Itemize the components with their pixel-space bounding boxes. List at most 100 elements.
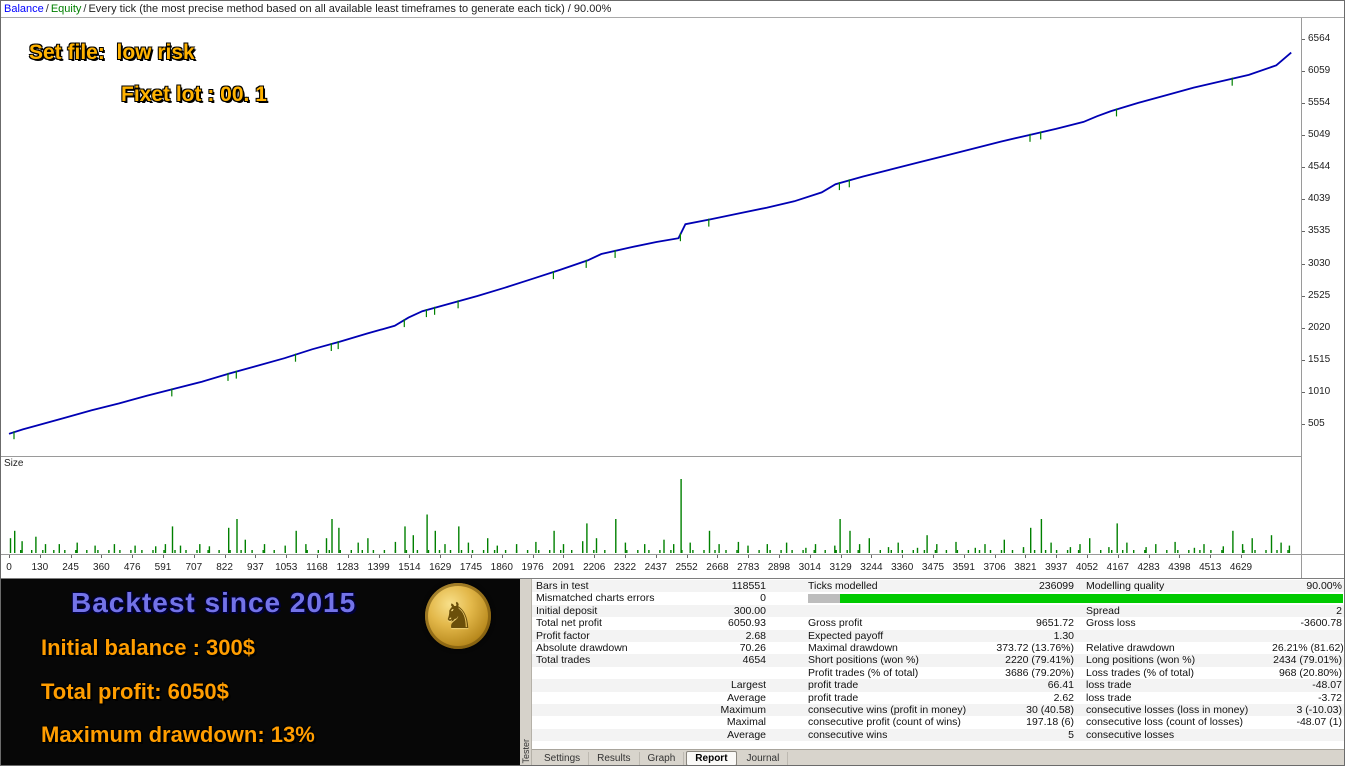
y-axis-label: 3535 (1308, 225, 1331, 237)
size-bar (163, 550, 165, 553)
x-axis-label: 1053 (275, 562, 298, 573)
x-axis-tickmark (717, 555, 719, 558)
report-value: Average (727, 691, 766, 704)
size-bar (945, 550, 948, 553)
report-value: 3686 (79.20%) (1005, 666, 1074, 679)
header-separator: / (45, 3, 49, 15)
y-axis-tickmark (1302, 359, 1305, 361)
x-axis-tickmark (1148, 555, 1150, 558)
report-label (532, 729, 704, 741)
size-bar (680, 479, 682, 553)
y-axis-label: 4544 (1308, 161, 1331, 173)
size-bar (989, 550, 992, 553)
size-bar (196, 550, 198, 553)
size-bar (1174, 541, 1176, 553)
tab-report[interactable]: Report (686, 751, 737, 765)
x-axis-label: 1514 (398, 562, 421, 573)
x-axis-label: 3360 (891, 562, 914, 573)
size-bar (887, 547, 890, 553)
x-axis-label: 3129 (829, 562, 852, 573)
report-label (532, 679, 704, 691)
size-bar (86, 550, 88, 553)
size-bar (737, 541, 740, 553)
size-bar (535, 541, 537, 553)
tab-results[interactable]: Results (589, 752, 640, 765)
size-bar (21, 541, 23, 553)
size-bar (648, 550, 650, 553)
size-bar (934, 550, 937, 553)
size-bar (179, 545, 182, 553)
report-value: 236099 (1038, 580, 1074, 592)
size-bar (1133, 550, 1135, 553)
y-axis-tickmark (1302, 103, 1305, 105)
size-bar (1276, 550, 1278, 553)
size-bar (849, 530, 851, 553)
size-bar (1177, 550, 1179, 553)
tester-panel-tab[interactable]: Tester (521, 739, 531, 764)
size-bar (791, 550, 793, 553)
size-bar (897, 542, 899, 553)
size-bar (839, 519, 841, 553)
x-axis-label: 4167 (1106, 562, 1129, 573)
y-axis-tickmark (1302, 199, 1305, 201)
x-axis-tickmark (532, 555, 534, 558)
size-bar (926, 535, 928, 553)
size-bar (834, 545, 836, 553)
report-label (532, 716, 704, 728)
size-bar (747, 545, 749, 553)
size-bar (317, 550, 319, 553)
tab-settings[interactable]: Settings (536, 752, 590, 765)
x-axis-label: 2783 (737, 562, 760, 573)
size-bar (467, 542, 470, 553)
x-axis-tickmark (1087, 555, 1088, 558)
size-bar (228, 527, 230, 553)
x-axis-label: 591 (154, 562, 172, 573)
size-bar (14, 530, 16, 553)
x-axis-label: 2898 (767, 562, 791, 573)
size-bar (482, 550, 485, 553)
y-axis-label: 2525 (1308, 289, 1331, 301)
x-axis-label: 1283 (336, 562, 359, 573)
size-bar (1111, 550, 1113, 553)
x-axis-tickmark (594, 555, 596, 558)
size-bar (1188, 550, 1190, 553)
size-bar (75, 550, 77, 553)
tab-journal[interactable]: Journal (739, 752, 789, 765)
size-bar (295, 530, 297, 553)
size-bar (1000, 550, 1003, 553)
x-axis-label: 2668 (706, 562, 729, 573)
y-axis-tickmark (1302, 327, 1305, 329)
y-axis-label: 6059 (1308, 65, 1331, 77)
modelling-quality-bar-green (840, 594, 1343, 604)
y-axis-tickmark (1302, 263, 1305, 265)
size-bar (912, 550, 914, 553)
size-bar (1033, 550, 1036, 553)
report-label: Gross loss (1086, 617, 1136, 630)
x-axis-tickmark (317, 555, 318, 558)
modelling-quality-bar-gray (808, 594, 841, 604)
report-value: 30 (40.58) (1026, 703, 1074, 716)
x-axis-tickmark (686, 555, 688, 558)
size-bar (1003, 539, 1005, 553)
report-value: 5 (1068, 728, 1074, 741)
size-bar (263, 544, 266, 553)
size-bar (405, 550, 408, 553)
x-axis-tickmark (378, 555, 380, 558)
size-bar (586, 523, 588, 553)
size-bar (879, 550, 881, 553)
size-bar (76, 542, 78, 553)
total-profit-text: Total profit: 6050$ (41, 679, 229, 704)
y-axis-tickmark (1302, 391, 1305, 393)
y-axis-label: 6564 (1308, 33, 1331, 44)
size-bar (805, 547, 807, 553)
x-axis-label: 4513 (1199, 562, 1222, 573)
x-axis-tickmark (1025, 555, 1027, 558)
size-bar (164, 544, 167, 553)
size-bar (857, 550, 859, 553)
tab-graph[interactable]: Graph (640, 752, 685, 765)
size-bar (119, 550, 121, 553)
y-axis-label: 3030 (1308, 257, 1331, 269)
size-bar (593, 550, 595, 553)
size-bar (1050, 542, 1052, 553)
size-bar (487, 538, 489, 553)
